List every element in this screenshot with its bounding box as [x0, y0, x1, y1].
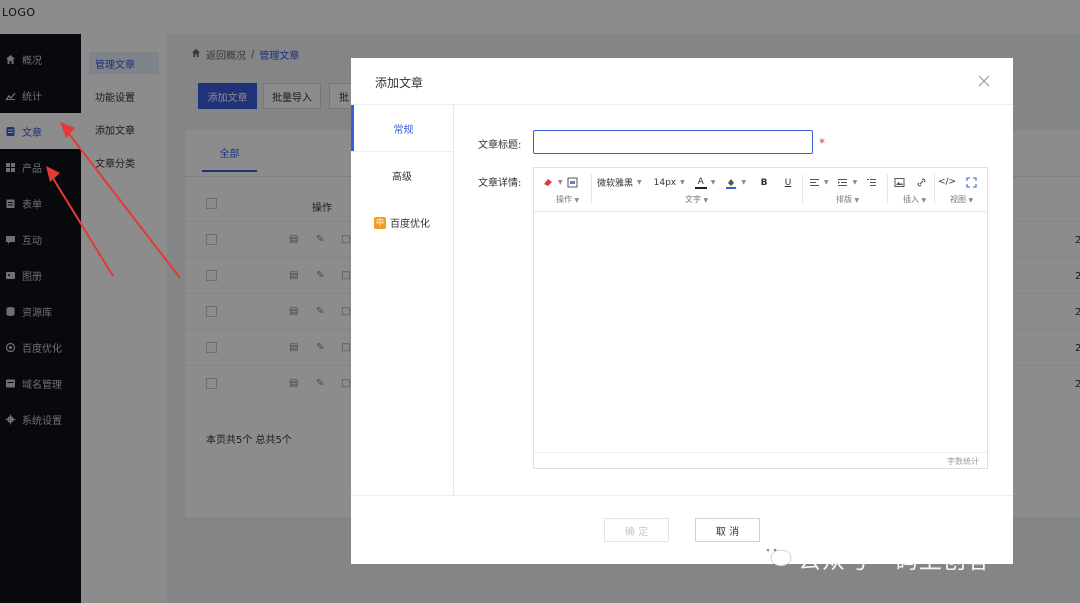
- editor-statusbar: 字数统计: [534, 452, 987, 468]
- divider: [934, 174, 935, 204]
- list-icon[interactable]: [865, 176, 877, 188]
- toolbar-group-layout: ▼ ▼ 排版 ▼: [808, 168, 884, 212]
- highlight-icon[interactable]: [725, 177, 737, 189]
- article-title-label: 文章标题:: [478, 140, 522, 151]
- font-color-icon[interactable]: A: [694, 177, 707, 189]
- eraser-icon[interactable]: [542, 176, 554, 188]
- add-article-dialog: 添加文章 常规 高级 中 百度优化 文章标题: * 文章详情: ▼ 操作 ▼ 微…: [351, 58, 1013, 564]
- chevron-down-icon: ▼: [558, 178, 563, 186]
- bold-icon[interactable]: B: [758, 177, 770, 189]
- indent-icon[interactable]: [837, 176, 849, 188]
- dialog-tabs: 常规 高级 中 百度优化: [351, 105, 454, 495]
- font-family-select[interactable]: 微软雅黑: [597, 176, 633, 189]
- dialog-title: 添加文章: [375, 76, 424, 90]
- toolbar-group-text: 微软雅黑 ▼ 14px ▼ A ▼ ▼ B U 文字 ▼: [597, 168, 797, 212]
- editor-content-area[interactable]: [534, 212, 987, 452]
- article-detail-label: 文章详情:: [478, 178, 522, 189]
- arrow-to-articles: [60, 122, 181, 279]
- article-title-input[interactable]: [533, 130, 813, 154]
- toolbar-group-label[interactable]: 文字 ▼: [685, 194, 708, 205]
- divider: [591, 174, 592, 204]
- confirm-button[interactable]: 确 定: [604, 518, 669, 542]
- divider: [351, 495, 1013, 496]
- image-icon[interactable]: [893, 176, 905, 188]
- align-icon[interactable]: [808, 176, 820, 188]
- chevron-down-icon: ▼: [680, 179, 685, 186]
- toolbar-group-label[interactable]: 排版 ▼: [836, 194, 859, 205]
- tab-baidu-seo[interactable]: 中 百度优化: [351, 199, 453, 246]
- fullscreen-icon[interactable]: [965, 176, 977, 188]
- tab-general[interactable]: 常规: [351, 105, 453, 152]
- editor-toolbar: ▼ 操作 ▼ 微软雅黑 ▼ 14px ▼ A ▼ ▼ B U 文字 ▼ ▼ ▼ …: [534, 168, 987, 212]
- toolbar-group-view: </> 视图 ▼: [938, 168, 984, 212]
- divider: [887, 174, 888, 204]
- toolbar-group-label[interactable]: 插入 ▼: [903, 194, 926, 205]
- chevron-down-icon: ▼: [741, 179, 747, 186]
- wechat-icon: [760, 541, 792, 575]
- divider: [802, 174, 803, 204]
- tab-advanced[interactable]: 高级: [351, 152, 453, 199]
- arrow-to-products: [46, 166, 114, 277]
- toolbar-group-ops: ▼ 操作 ▼: [542, 168, 587, 212]
- template-icon[interactable]: [567, 176, 579, 188]
- toolbar-group-label[interactable]: 操作 ▼: [556, 194, 579, 205]
- chevron-down-icon: ▼: [637, 179, 642, 186]
- word-count: 字数统计: [947, 457, 979, 466]
- toolbar-group-label[interactable]: 视图 ▼: [950, 194, 973, 205]
- rich-text-editor: ▼ 操作 ▼ 微软雅黑 ▼ 14px ▼ A ▼ ▼ B U 文字 ▼ ▼ ▼ …: [533, 167, 988, 469]
- underline-icon[interactable]: U: [782, 177, 794, 189]
- watermark: 公众号 · 码上创客: [760, 541, 991, 575]
- code-icon[interactable]: </>: [938, 176, 956, 188]
- baidu-badge-icon: 中: [374, 216, 386, 229]
- cancel-button[interactable]: 取 消: [695, 518, 760, 542]
- chevron-down-icon: ▼: [710, 179, 716, 186]
- toolbar-group-insert: 插入 ▼: [893, 168, 933, 212]
- link-icon[interactable]: [915, 176, 927, 188]
- required-mark: *: [819, 136, 825, 150]
- watermark-text: 公众号 · 码上创客: [798, 548, 991, 574]
- font-size-select[interactable]: 14px: [654, 178, 677, 188]
- tab-label: 百度优化: [390, 219, 430, 230]
- chevron-down-icon: ▼: [824, 178, 829, 186]
- chevron-down-icon: ▼: [852, 178, 858, 186]
- close-icon[interactable]: [977, 74, 991, 88]
